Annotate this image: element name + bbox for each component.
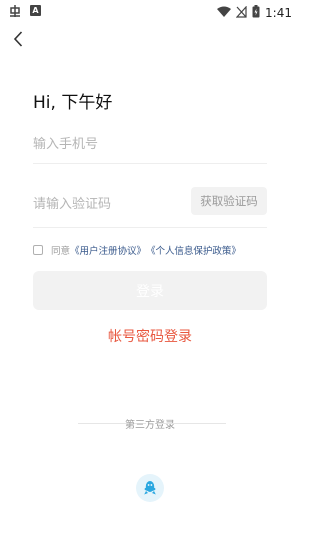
login-button[interactable]: 登录: [33, 271, 267, 310]
chevron-left-icon: [13, 31, 23, 47]
get-code-button[interactable]: 获取验证码: [191, 187, 267, 215]
qq-icon: [144, 481, 156, 495]
status-right: 1:41: [217, 3, 292, 22]
wifi-icon: [217, 3, 232, 22]
status-left: A: [8, 3, 41, 17]
third-party-divider: 第三方登录: [0, 416, 300, 431]
privacy-policy-link[interactable]: 《个人信息保护政策》: [146, 243, 241, 257]
divider-line-right: [158, 423, 226, 424]
notification-badge: A: [30, 4, 41, 16]
phone-field: [33, 125, 267, 164]
verification-code-input[interactable]: [33, 182, 183, 227]
back-button[interactable]: [10, 30, 28, 48]
agreement-prefix: 同意: [51, 246, 70, 257]
agreement-checkbox[interactable]: [33, 245, 43, 255]
app-notification-icon: [8, 3, 22, 17]
agreement-row: 同意 《用户注册协议》 《个人信息保护政策》: [33, 243, 241, 257]
password-login-link[interactable]: 帐号密码登录: [0, 326, 300, 346]
user-agreement-link[interactable]: 《用户注册协议》: [70, 243, 146, 257]
battery-icon: [252, 3, 260, 22]
phone-input[interactable]: [33, 125, 267, 163]
no-signal-icon: [235, 3, 247, 22]
status-time: 1:41: [265, 5, 292, 20]
code-field: 获取验证码: [33, 182, 267, 228]
qq-login-button[interactable]: [136, 474, 164, 502]
greeting-title: Hi, 下午好: [33, 93, 113, 113]
third-party-label: 第三方登录: [125, 420, 175, 431]
status-bar: A 1:41: [0, 0, 300, 22]
